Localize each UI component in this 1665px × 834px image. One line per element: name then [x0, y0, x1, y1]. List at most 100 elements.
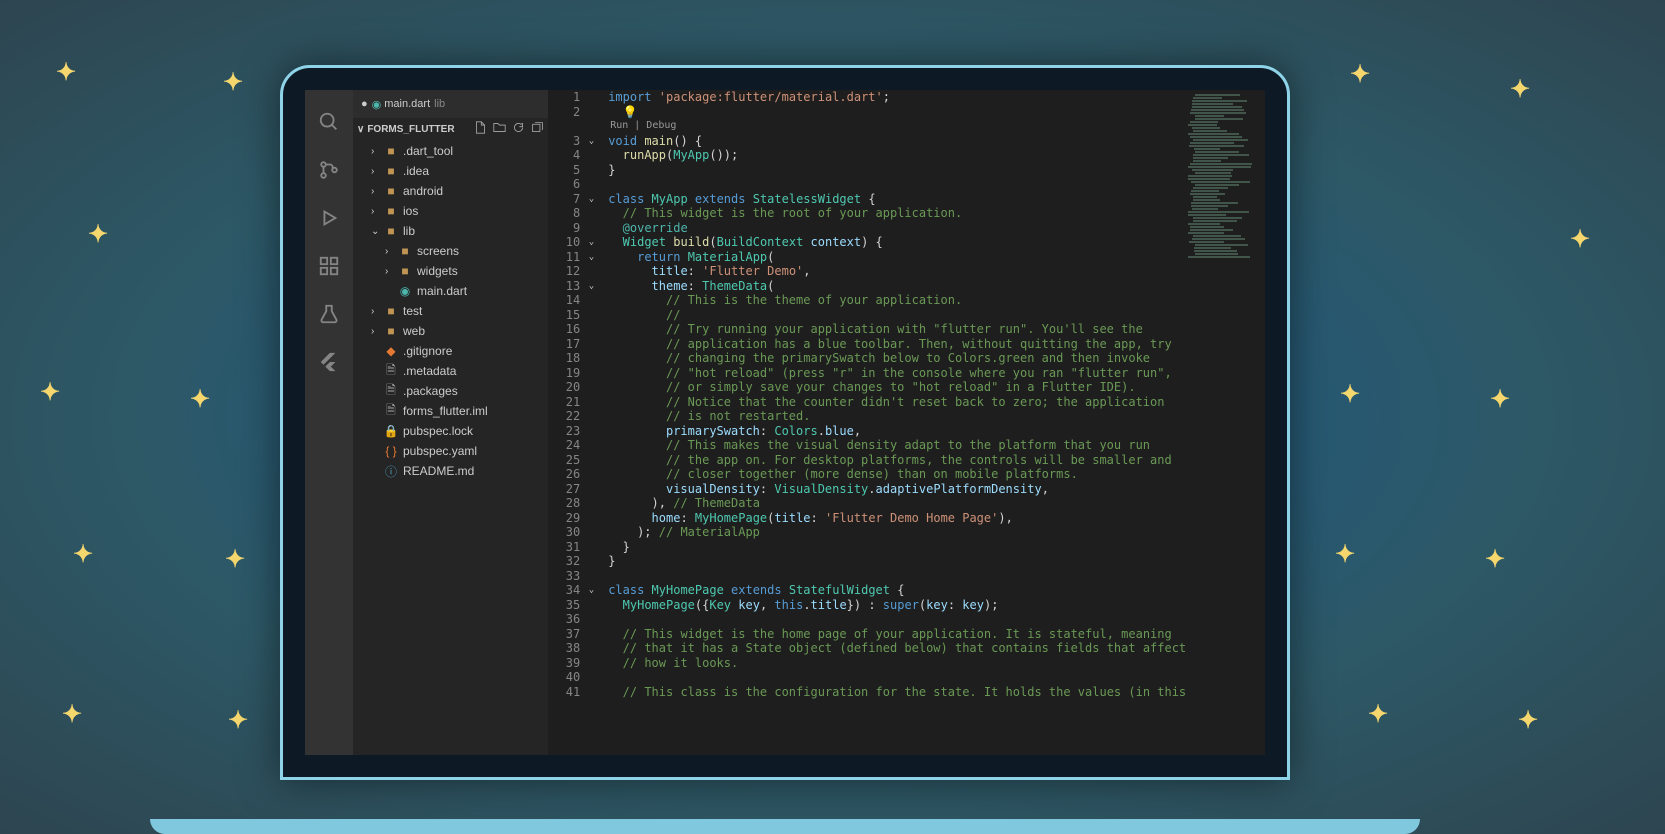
editor-tab[interactable]: ● ◉ main.dart lib — [353, 90, 548, 118]
line-number: 38 — [548, 641, 580, 656]
code-line[interactable]: title: 'Flutter Demo', — [608, 264, 1186, 279]
code-line[interactable]: visualDensity: VisualDensity.adaptivePla… — [608, 482, 1186, 497]
code-editor[interactable]: 12 3⌄4567⌄8910⌄11⌄1213⌄14151617181920212… — [548, 90, 1265, 755]
file-pubspec-yaml[interactable]: { }pubspec.yaml — [353, 441, 548, 461]
tree-item-label: ios — [403, 204, 418, 218]
line-number: 11⌄ — [548, 250, 580, 265]
code-line[interactable]: // This widget is the root of your appli… — [608, 206, 1186, 221]
code-line[interactable]: @override — [608, 221, 1186, 236]
search-icon[interactable] — [305, 98, 353, 146]
refresh-icon[interactable] — [512, 121, 525, 137]
chevron-right-icon: › — [371, 306, 383, 317]
fold-chevron-icon[interactable]: ⌄ — [589, 134, 594, 149]
code-line[interactable]: // Try running your application with "fl… — [608, 322, 1186, 337]
folder-ios[interactable]: ›■ios — [353, 201, 548, 221]
code-line[interactable]: ), // ThemeData — [608, 496, 1186, 511]
fold-chevron-icon[interactable]: ⌄ — [589, 279, 594, 294]
folder-screens[interactable]: ›■screens — [353, 241, 548, 261]
code-line[interactable] — [608, 569, 1186, 584]
code-line[interactable] — [608, 670, 1186, 685]
flutter-icon[interactable] — [305, 338, 353, 386]
folder--idea[interactable]: ›■.idea — [353, 161, 548, 181]
folder-lib[interactable]: ⌄■lib — [353, 221, 548, 241]
code-line[interactable]: // — [608, 308, 1186, 323]
code-line[interactable]: void main() { — [608, 134, 1186, 149]
file-pubspec-lock[interactable]: 🔒pubspec.lock — [353, 421, 548, 441]
folder-android[interactable]: ›■android — [353, 181, 548, 201]
tree-item-label: .dart_tool — [403, 144, 453, 158]
folder-web[interactable]: ›■web — [353, 321, 548, 341]
dart-file-icon: ◉ — [397, 284, 413, 298]
code-content[interactable]: import 'package:flutter/material.dart'; … — [598, 90, 1186, 755]
code-line[interactable] — [608, 612, 1186, 627]
fold-chevron-icon[interactable]: ⌄ — [589, 235, 594, 250]
code-line[interactable]: // This makes the visual density adapt t… — [608, 438, 1186, 453]
code-line[interactable]: theme: ThemeData( — [608, 279, 1186, 294]
debug-icon[interactable] — [305, 194, 353, 242]
code-line[interactable]: } — [608, 540, 1186, 555]
fold-chevron-icon[interactable]: ⌄ — [589, 192, 594, 207]
tree-item-label: .packages — [403, 384, 458, 398]
code-line[interactable]: } — [608, 554, 1186, 569]
code-line[interactable]: MyHomePage({Key key, this.title}) : supe… — [608, 598, 1186, 613]
code-line[interactable]: // closer together (more dense) than on … — [608, 467, 1186, 482]
sparkle-icon: ✦ — [1340, 380, 1360, 409]
code-line[interactable]: // This is the theme of your application… — [608, 293, 1186, 308]
sparkle-icon: ✦ — [1490, 385, 1510, 414]
fold-chevron-icon[interactable]: ⌄ — [589, 583, 594, 598]
folder-widgets[interactable]: ›■widgets — [353, 261, 548, 281]
code-line[interactable]: ); // MaterialApp — [608, 525, 1186, 540]
lock-icon: 🔒 — [383, 424, 399, 438]
code-line[interactable]: // or simply save your changes to "hot r… — [608, 380, 1186, 395]
code-line[interactable]: // changing the primarySwatch below to C… — [608, 351, 1186, 366]
code-line[interactable]: home: MyHomePage(title: 'Flutter Demo Ho… — [608, 511, 1186, 526]
code-line[interactable]: // application has a blue toolbar. Then,… — [608, 337, 1186, 352]
file-forms-flutter-iml[interactable]: 🗎forms_flutter.iml — [353, 401, 548, 421]
code-line[interactable]: // how it looks. — [608, 656, 1186, 671]
folder-test[interactable]: ›■test — [353, 301, 548, 321]
code-line[interactable]: // "hot reload" (press "r" in the consol… — [608, 366, 1186, 381]
code-line[interactable]: // the app on. For desktop platforms, th… — [608, 453, 1186, 468]
code-line[interactable]: primarySwatch: Colors.blue, — [608, 424, 1186, 439]
file--packages[interactable]: 🗎.packages — [353, 381, 548, 401]
code-line[interactable]: // is not restarted. — [608, 409, 1186, 424]
line-number: 13⌄ — [548, 279, 580, 294]
code-line[interactable]: import 'package:flutter/material.dart'; — [608, 90, 1186, 105]
code-line[interactable]: // Notice that the counter didn't reset … — [608, 395, 1186, 410]
code-line[interactable] — [608, 177, 1186, 192]
file--gitignore[interactable]: ◆.gitignore — [353, 341, 548, 361]
code-line[interactable]: Widget build(BuildContext context) { — [608, 235, 1186, 250]
line-number: 28 — [548, 496, 580, 511]
tree-item-label: main.dart — [417, 284, 467, 298]
new-folder-icon[interactable] — [493, 121, 506, 137]
testing-icon[interactable] — [305, 290, 353, 338]
new-file-icon[interactable] — [474, 121, 487, 137]
source-control-icon[interactable] — [305, 146, 353, 194]
sparkle-icon: ✦ — [56, 58, 76, 87]
explorer-section-header[interactable]: ∨ FORMS_FLUTTER — [353, 118, 548, 140]
codelens-run-debug[interactable]: Run | Debug — [608, 119, 1186, 134]
yaml-icon: { } — [383, 444, 399, 458]
code-line[interactable]: class MyHomePage extends StatefulWidget … — [608, 583, 1186, 598]
file-icon: 🗎 — [383, 361, 399, 382]
chevron-down-icon: ⌄ — [371, 226, 383, 237]
code-line[interactable]: // This widget is the home page of your … — [608, 627, 1186, 642]
minimap[interactable] — [1186, 90, 1265, 755]
collapse-all-icon[interactable] — [531, 121, 544, 137]
file-readme-md[interactable]: ⓘREADME.md — [353, 461, 548, 481]
fold-chevron-icon[interactable]: ⌄ — [589, 250, 594, 265]
line-number: 35 — [548, 598, 580, 613]
extensions-icon[interactable] — [305, 242, 353, 290]
file--metadata[interactable]: 🗎.metadata — [353, 361, 548, 381]
code-line[interactable]: } — [608, 163, 1186, 178]
code-line[interactable]: // This class is the configuration for t… — [608, 685, 1186, 700]
code-line[interactable]: class MyApp extends StatelessWidget { — [608, 192, 1186, 207]
file-main-dart[interactable]: ◉ main.dart — [353, 281, 548, 301]
line-number: 12 — [548, 264, 580, 279]
code-line[interactable]: runApp(MyApp()); — [608, 148, 1186, 163]
code-line[interactable]: 💡 — [608, 105, 1186, 120]
line-number: 17 — [548, 337, 580, 352]
folder--dart-tool[interactable]: ›■.dart_tool — [353, 141, 548, 161]
code-line[interactable]: return MaterialApp( — [608, 250, 1186, 265]
code-line[interactable]: // that it has a State object (defined b… — [608, 641, 1186, 656]
